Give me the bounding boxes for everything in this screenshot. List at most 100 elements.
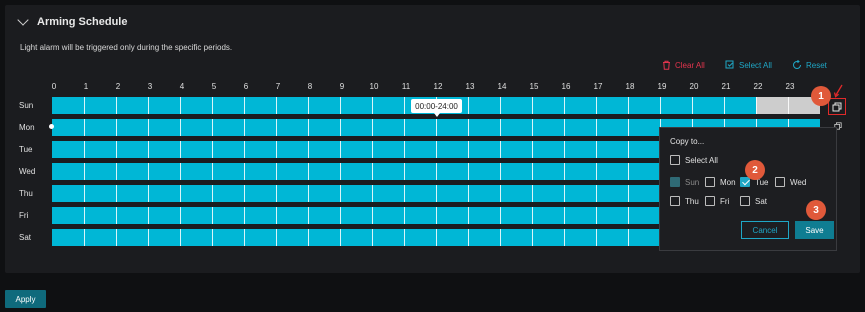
hour-divider	[564, 97, 565, 114]
hour-divider	[564, 163, 565, 180]
day-label: Sat	[755, 196, 768, 206]
hour-divider	[596, 119, 597, 136]
hour-divider	[468, 185, 469, 202]
hour-label: 11	[401, 82, 411, 91]
hour-divider	[468, 119, 469, 136]
hour-divider	[116, 207, 117, 224]
hour-label: 2	[115, 82, 121, 91]
hour-divider	[500, 207, 501, 224]
hour-label: 0	[51, 82, 57, 91]
copy-to-popover: Copy to... Select All Sun Mon Tue Wed Th…	[659, 127, 837, 251]
apply-button[interactable]: Apply	[5, 290, 46, 308]
hour-divider	[628, 185, 629, 202]
hour-divider	[244, 185, 245, 202]
checkbox-box	[775, 177, 785, 187]
hour-label: 21	[721, 82, 731, 91]
copy-day-thu[interactable]: Thu	[670, 196, 699, 206]
save-button[interactable]: Save	[795, 221, 834, 239]
hour-divider	[564, 141, 565, 158]
hour-divider	[244, 207, 245, 224]
clear-all-label: Clear All	[675, 60, 705, 70]
section-header[interactable]: Arming Schedule	[17, 14, 127, 30]
hour-label: 4	[179, 82, 185, 91]
hour-divider	[628, 207, 629, 224]
hour-divider	[148, 163, 149, 180]
day-label-mon: Mon	[19, 123, 35, 132]
hour-divider	[212, 141, 213, 158]
hour-label: 1	[83, 82, 89, 91]
hour-label: 8	[307, 82, 313, 91]
select-all-checkbox[interactable]: Select All	[670, 155, 718, 165]
hour-divider	[180, 119, 181, 136]
hour-divider	[372, 141, 373, 158]
hour-divider	[660, 97, 661, 114]
hour-divider	[340, 97, 341, 114]
hour-divider	[532, 97, 533, 114]
hour-divider	[180, 185, 181, 202]
hour-divider	[148, 119, 149, 136]
select-all-button[interactable]: Select All	[725, 58, 772, 72]
hour-divider	[500, 97, 501, 114]
cancel-button[interactable]: Cancel	[741, 221, 789, 239]
hour-divider	[404, 141, 405, 158]
hour-divider	[340, 185, 341, 202]
copy-sun-button[interactable]	[828, 98, 846, 115]
copy-day-wed[interactable]: Wed	[775, 177, 806, 187]
hour-divider	[212, 207, 213, 224]
checkbox-box	[670, 196, 680, 206]
hour-divider	[276, 185, 277, 202]
hour-divider	[404, 185, 405, 202]
hour-divider	[372, 207, 373, 224]
hour-divider	[148, 185, 149, 202]
select-all-icon	[725, 60, 734, 69]
hour-divider	[404, 207, 405, 224]
hour-divider	[436, 119, 437, 136]
hour-divider	[308, 119, 309, 136]
drag-handle[interactable]	[49, 124, 54, 129]
hour-divider	[84, 97, 85, 114]
hour-divider	[564, 185, 565, 202]
hour-divider	[340, 141, 341, 158]
hour-divider	[308, 207, 309, 224]
hour-divider	[596, 163, 597, 180]
hour-divider	[340, 163, 341, 180]
hour-divider	[212, 185, 213, 202]
day-label-sun: Sun	[19, 101, 34, 110]
copy-day-sun: Sun	[670, 177, 699, 187]
hour-divider	[436, 229, 437, 246]
select-all-label: Select All	[739, 60, 772, 70]
clear-all-button[interactable]: Clear All	[662, 58, 705, 72]
reset-button[interactable]: Reset	[792, 58, 827, 72]
hour-divider	[308, 163, 309, 180]
hour-divider	[116, 97, 117, 114]
hour-divider	[116, 163, 117, 180]
hour-divider	[148, 229, 149, 246]
hour-divider	[596, 229, 597, 246]
hour-divider	[500, 229, 501, 246]
hour-divider	[404, 97, 405, 114]
hour-divider	[372, 229, 373, 246]
hour-divider	[84, 163, 85, 180]
hour-divider	[532, 163, 533, 180]
hour-divider	[212, 163, 213, 180]
hour-divider	[468, 141, 469, 158]
hour-divider	[116, 141, 117, 158]
hour-divider	[596, 97, 597, 114]
section-description: Light alarm will be triggered only durin…	[20, 43, 233, 52]
copy-day-mon[interactable]: Mon	[705, 177, 736, 187]
hour-scale: 0 1 2 3 4 5 6 7 8 9 10 11 12 13 14 15 16 17 18 19 20 21 22 23	[0, 82, 860, 94]
hour-divider	[116, 119, 117, 136]
hour-divider	[84, 119, 85, 136]
hour-divider	[372, 97, 373, 114]
hour-divider	[724, 97, 725, 114]
hour-divider	[500, 163, 501, 180]
hour-divider	[276, 229, 277, 246]
hour-divider	[148, 141, 149, 158]
day-label: Fri	[720, 196, 730, 206]
hour-divider	[340, 207, 341, 224]
copy-day-sat[interactable]: Sat	[740, 196, 767, 206]
hour-divider	[436, 141, 437, 158]
copy-day-fri[interactable]: Fri	[705, 196, 729, 206]
hour-label: 13	[465, 82, 475, 91]
hour-divider	[372, 163, 373, 180]
